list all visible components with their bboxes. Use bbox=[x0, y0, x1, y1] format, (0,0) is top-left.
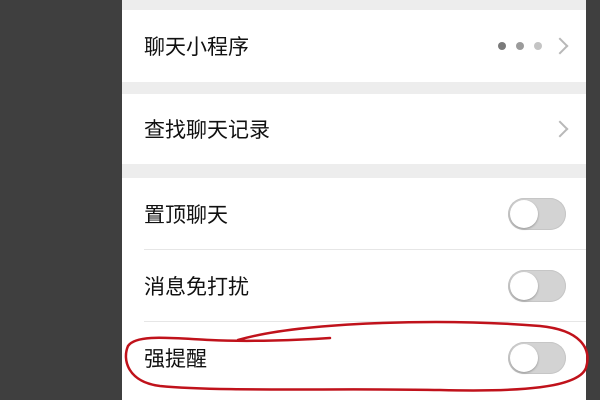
toggles-card: 置顶聊天 消息免打扰 强提醒 bbox=[122, 178, 586, 400]
mute-row: 消息免打扰 bbox=[122, 250, 586, 322]
toggle-knob bbox=[510, 200, 538, 228]
more-dots-icon bbox=[498, 42, 542, 50]
mute-toggle[interactable] bbox=[508, 270, 566, 302]
sticky-chat-toggle[interactable] bbox=[508, 198, 566, 230]
search-history-row[interactable]: 查找聊天记录 bbox=[122, 94, 586, 164]
left-backdrop bbox=[0, 0, 122, 400]
strong-reminder-row: 强提醒 bbox=[122, 322, 586, 394]
toggle-knob bbox=[510, 272, 538, 300]
dot-light bbox=[534, 42, 542, 50]
sticky-chat-row: 置顶聊天 bbox=[122, 178, 586, 250]
mini-programs-label: 聊天小程序 bbox=[144, 35, 249, 59]
strong-reminder-label: 强提醒 bbox=[144, 347, 207, 371]
mini-programs-row[interactable]: 聊天小程序 bbox=[122, 10, 586, 82]
dot-mid bbox=[516, 42, 524, 50]
dot-dark bbox=[498, 42, 506, 50]
sticky-chat-label: 置顶聊天 bbox=[144, 203, 228, 227]
chevron-right-icon bbox=[551, 37, 569, 55]
chevron-right-icon bbox=[551, 120, 569, 138]
chat-settings-panel: 聊天小程序 查找聊天记录 置顶聊天 消息免打扰 强提醒 bbox=[122, 0, 586, 400]
search-history-card: 查找聊天记录 bbox=[122, 94, 586, 164]
strong-reminder-toggle[interactable] bbox=[508, 342, 566, 374]
mute-label: 消息免打扰 bbox=[144, 275, 249, 299]
mini-programs-card: 聊天小程序 bbox=[122, 10, 586, 82]
right-backdrop bbox=[586, 0, 600, 400]
toggle-knob bbox=[510, 344, 538, 372]
search-history-label: 查找聊天记录 bbox=[144, 118, 270, 142]
